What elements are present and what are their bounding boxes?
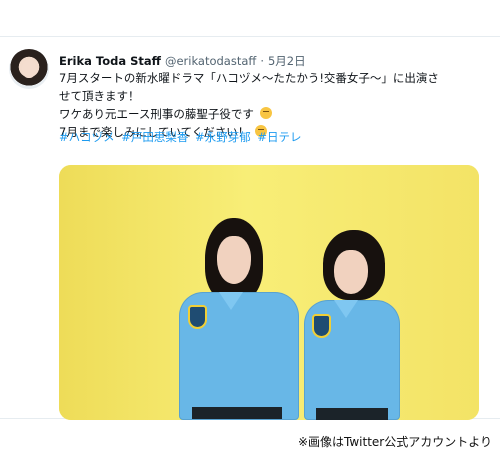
tweet-photo[interactable] (59, 165, 479, 420)
tweet-line-3: ワケあり元エース刑事の藤聖子役です (59, 105, 489, 123)
hashtag-toda-erika[interactable]: #戸田恵梨香 (121, 130, 188, 144)
photo-person-right (292, 220, 432, 420)
hashtag-nagano-mei[interactable]: #永野芽郁 (195, 130, 251, 144)
tweet-card[interactable]: Erika Toda Staff @erikatodastaff · 5月2日 … (0, 36, 500, 420)
tweet-line-2: せて頂きます！ (59, 89, 140, 103)
author-name[interactable]: Erika Toda Staff (59, 54, 161, 68)
profile-avatar[interactable] (9, 49, 49, 89)
image-credit: ※画像はTwitter公式アカウントより (297, 435, 492, 449)
hashtag-ntv[interactable]: #日テレ (257, 130, 301, 144)
tweet-date[interactable]: 5月2日 (268, 53, 306, 69)
tweet-line-3-text: ワケあり元エース刑事の藤聖子役です (59, 107, 254, 121)
author-handle[interactable]: @erikatodastaff (165, 54, 256, 68)
thinking-face-icon (259, 107, 272, 119)
hashtag-list: #ハコヅメ #戸田恵梨香 #永野芽郁 #日テレ (59, 129, 305, 145)
hashtag-hakozume[interactable]: #ハコヅメ (59, 130, 115, 144)
tweet-line-1: 7月スタートの新水曜ドラマ「ハコヅメ〜たたかう!交番女子〜」に出演さ (59, 71, 439, 85)
header-separator: · (260, 54, 264, 68)
tweet-header: Erika Toda Staff @erikatodastaff · 5月2日 (59, 51, 306, 71)
